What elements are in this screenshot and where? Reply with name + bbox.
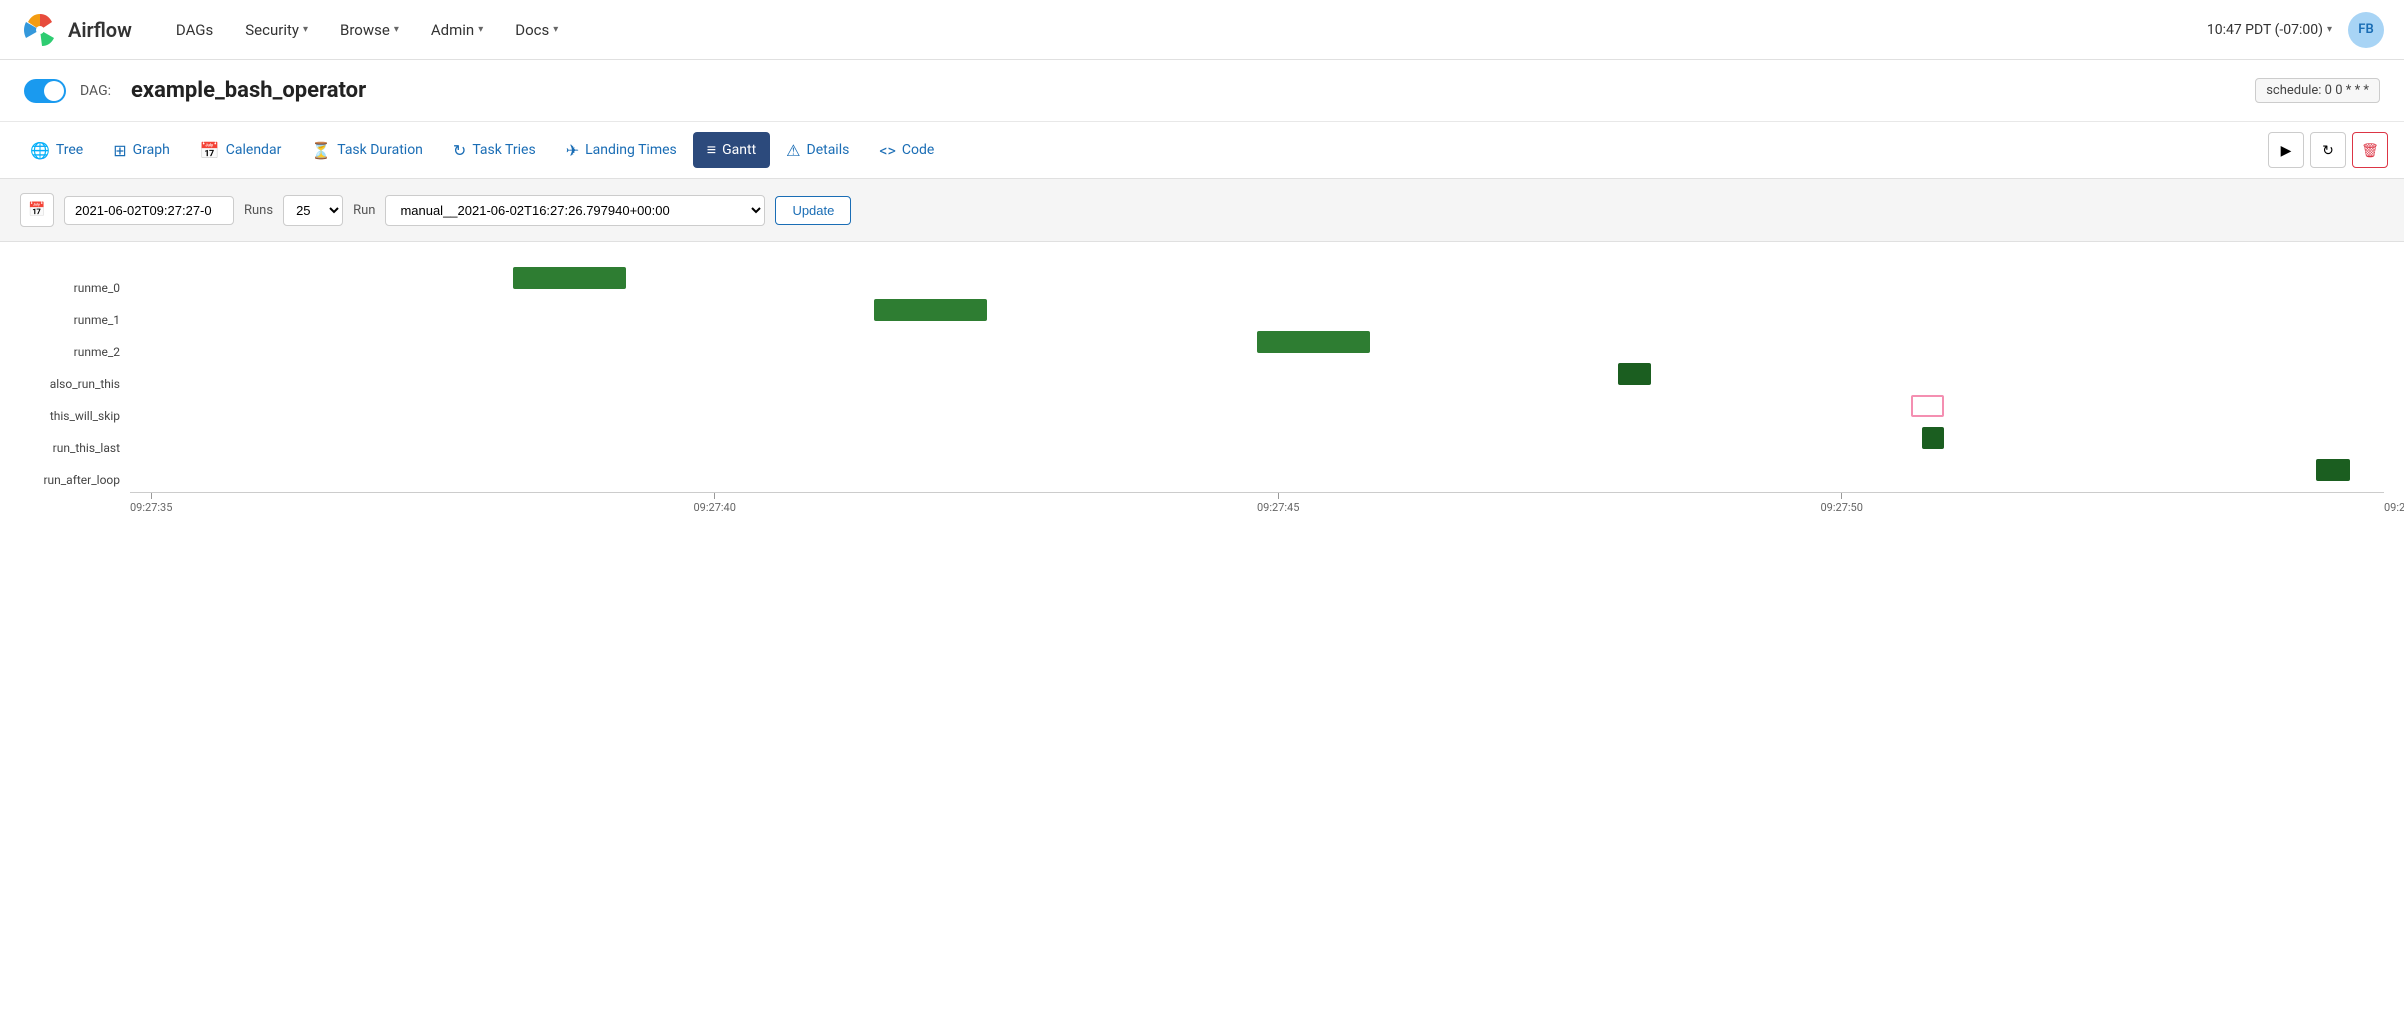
nav-item-security[interactable]: Security ▾	[231, 13, 322, 47]
play-button[interactable]: ▶	[2268, 132, 2304, 168]
nav-item-browse[interactable]: Browse ▾	[326, 13, 413, 47]
gantt-row	[130, 294, 2384, 326]
task-duration-icon: ⏳	[311, 141, 331, 160]
tick-label: 09:27:50	[1821, 501, 1863, 514]
gantt-icon: ≡	[707, 140, 716, 160]
tree-icon: 🌐	[30, 141, 50, 160]
chevron-down-icon: ▾	[303, 24, 308, 35]
tabs-bar: 🌐 Tree ⊞ Graph 📅 Calendar ⏳ Task Duratio…	[0, 122, 2404, 179]
tab-code[interactable]: <> Code	[865, 133, 948, 168]
dag-toggle[interactable]	[24, 79, 66, 103]
gantt-bar[interactable]	[1618, 363, 1652, 385]
dag-name: example_bash_operator	[131, 78, 366, 103]
update-button[interactable]: Update	[775, 196, 851, 225]
airflow-logo	[20, 10, 60, 50]
dag-label: DAG:	[80, 83, 111, 99]
code-icon: <>	[879, 141, 896, 160]
gantt-inner: runme_0 runme_1 runme_2 also_run_this th…	[0, 262, 2384, 522]
tick-line	[714, 493, 715, 499]
gantt-bar[interactable]	[2316, 459, 2350, 481]
gantt-row	[130, 390, 2384, 422]
gantt-bar[interactable]	[1911, 395, 1945, 417]
date-input[interactable]	[64, 196, 234, 225]
chevron-down-icon: ▾	[478, 24, 483, 35]
gantt-bar[interactable]	[513, 267, 626, 289]
tab-details[interactable]: ⚠ Details	[772, 133, 863, 168]
chevron-down-icon: ▾	[2327, 24, 2332, 35]
time-display[interactable]: 10:47 PDT (-07:00) ▾	[2207, 22, 2332, 38]
navbar-right: 10:47 PDT (-07:00) ▾ FB	[2207, 12, 2384, 48]
gantt-row	[130, 422, 2384, 454]
calendar-icon: 📅	[200, 141, 220, 160]
gantt-row	[130, 454, 2384, 486]
chevron-down-icon: ▾	[553, 24, 558, 35]
gantt-timeline: 09:27:35 09:27:40 09:27:45 09:27:50 09:2…	[130, 492, 2384, 522]
tab-task-duration[interactable]: ⏳ Task Duration	[297, 133, 437, 168]
run-select[interactable]: manual__2021-06-02T16:27:26.797940+00:00	[385, 195, 765, 226]
gantt-task-label-4: this_will_skip	[50, 400, 120, 432]
gantt-container: runme_0 runme_1 runme_2 also_run_this th…	[0, 242, 2404, 542]
tab-graph[interactable]: ⊞ Graph	[99, 133, 184, 168]
tick-line	[151, 493, 152, 499]
dag-header: DAG: example_bash_operator schedule: 0 0…	[0, 60, 2404, 122]
tick-line	[1841, 493, 1842, 499]
gantt-task-label-0: runme_0	[74, 272, 120, 304]
calendar-picker-button[interactable]: 📅	[20, 193, 54, 227]
timeline-tick: 09:27:40	[694, 493, 736, 514]
tab-tree[interactable]: 🌐 Tree	[16, 133, 97, 168]
filter-bar: 📅 Runs 25 50 100 Run manual__2021-06-02T…	[0, 179, 2404, 242]
gantt-bar[interactable]	[874, 299, 987, 321]
refresh-button[interactable]: ↻	[2310, 132, 2346, 168]
tick-label: 09:27:45	[1257, 501, 1299, 514]
dag-title-row: DAG: example_bash_operator	[24, 78, 366, 103]
timeline-tick: 09:27:35	[130, 493, 172, 514]
tick-label: 09:27:55	[2384, 501, 2404, 514]
brand[interactable]: Airflow	[20, 10, 132, 50]
gantt-row	[130, 326, 2384, 358]
timeline-tick: 09:27:55	[2384, 493, 2404, 514]
tick-label: 09:27:35	[130, 501, 172, 514]
run-label: Run	[353, 203, 375, 218]
task-tries-icon: ↻	[453, 141, 466, 160]
nav-items: DAGs Security ▾ Browse ▾ Admin ▾ Docs ▾	[162, 13, 2207, 47]
gantt-task-label-6: run_after_loop	[43, 464, 120, 496]
chevron-down-icon: ▾	[394, 24, 399, 35]
calendar-icon: 📅	[28, 202, 45, 218]
schedule-badge: schedule: 0 0 * * *	[2255, 78, 2380, 103]
tick-line	[1278, 493, 1279, 499]
delete-button[interactable]: 🗑	[2352, 132, 2388, 168]
gantt-row	[130, 262, 2384, 294]
gantt-chart-area: 09:27:35 09:27:40 09:27:45 09:27:50 09:2…	[130, 262, 2384, 522]
gantt-task-label-3: also_run_this	[50, 368, 120, 400]
nav-item-dags[interactable]: DAGs	[162, 13, 227, 47]
landing-times-icon: ✈	[566, 141, 579, 160]
nav-item-docs[interactable]: Docs ▾	[501, 13, 572, 47]
gantt-task-label-1: runme_1	[74, 304, 120, 336]
timeline-tick: 09:27:50	[1821, 493, 1863, 514]
gantt-bar[interactable]	[1922, 427, 1945, 449]
tick-label: 09:27:40	[694, 501, 736, 514]
user-avatar[interactable]: FB	[2348, 12, 2384, 48]
nav-item-admin[interactable]: Admin ▾	[417, 13, 497, 47]
gantt-labels: runme_0 runme_1 runme_2 also_run_this th…	[0, 262, 130, 522]
tabs-actions: ▶ ↻ 🗑	[2268, 132, 2388, 168]
runs-label: Runs	[244, 203, 273, 218]
gantt-bar[interactable]	[1257, 331, 1370, 353]
gantt-task-label-5: run_this_last	[53, 432, 120, 464]
gantt-rows	[130, 262, 2384, 486]
navbar: Airflow DAGs Security ▾ Browse ▾ Admin ▾…	[0, 0, 2404, 60]
brand-name: Airflow	[68, 18, 132, 42]
runs-select[interactable]: 25 50 100	[283, 195, 343, 226]
timeline-tick: 09:27:45	[1257, 493, 1299, 514]
tab-landing-times[interactable]: ✈ Landing Times	[552, 133, 691, 168]
toggle-knob	[44, 81, 64, 101]
gantt-task-label-2: runme_2	[74, 336, 120, 368]
tab-task-tries[interactable]: ↻ Task Tries	[439, 133, 550, 168]
gantt-row	[130, 358, 2384, 390]
tab-calendar[interactable]: 📅 Calendar	[186, 133, 295, 168]
details-icon: ⚠	[786, 141, 800, 160]
tab-gantt[interactable]: ≡ Gantt	[693, 132, 770, 168]
graph-icon: ⊞	[113, 141, 126, 160]
